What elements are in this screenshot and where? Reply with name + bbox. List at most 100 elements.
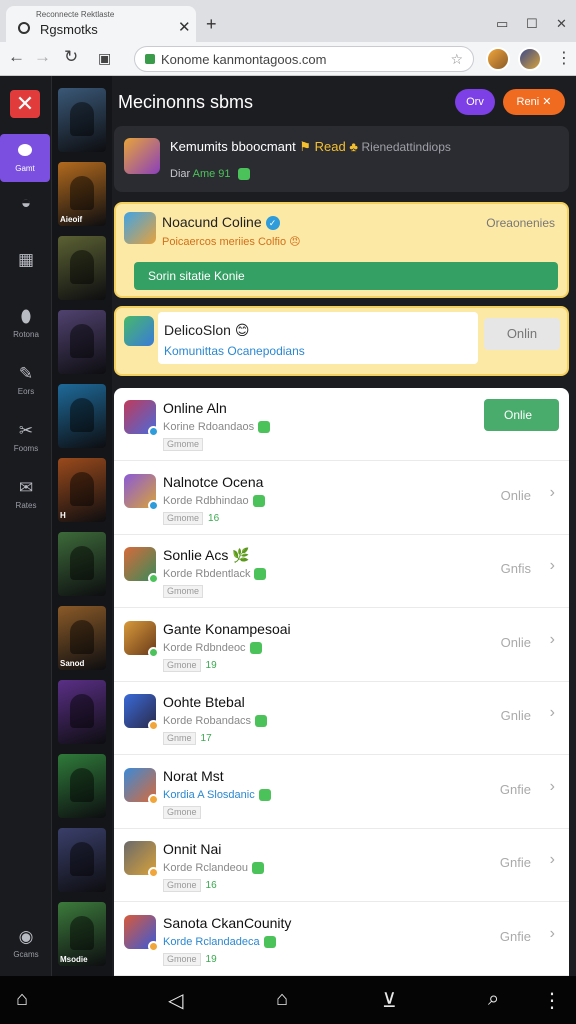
character-figure <box>70 916 94 950</box>
status-text: Onlie <box>500 634 531 650</box>
featured-thumbnail <box>124 138 160 174</box>
tab-subtitle: Reconnecte Rektlaste <box>36 10 115 19</box>
chat-icon: ✉ <box>18 478 34 497</box>
game-subtitle-row: Korine Rdoandaos <box>163 421 271 434</box>
rail-item-label: Rates <box>15 501 37 510</box>
list-item[interactable]: Sonlie Acs 🌿 Korde Rbdentlack Gmome Gnfis › <box>114 535 569 608</box>
player-count: 19 <box>205 953 217 965</box>
list-item[interactable]: Oohte Btebal Korde Robandacs Gnme 17 Gnlie › <box>114 682 569 755</box>
rail-item-3[interactable]: ✎ Eors <box>0 363 52 411</box>
online-button[interactable]: Onlie <box>484 399 559 431</box>
browser-tabbar: Reconnecte Rektlaste Rgsmotks ✕ + ▭ ☐ ✕ <box>0 0 576 42</box>
chevron-right-icon[interactable]: › <box>550 925 555 943</box>
list-item[interactable]: Online Aln Korine Rdoandaos Gmome Onlie <box>114 388 569 461</box>
featured-tag: ⚑ Read ♣ <box>299 139 358 154</box>
tab-close-icon[interactable]: ✕ <box>178 18 191 36</box>
game-thumbnail[interactable] <box>58 310 106 374</box>
game-thumbnail[interactable]: Aieoif <box>58 162 106 226</box>
rail-item-label: Rotona <box>13 330 39 339</box>
menu-icon[interactable]: ⋮ <box>542 988 562 1013</box>
game-icon <box>124 841 159 878</box>
page-info-icon[interactable]: ▣ <box>98 50 111 67</box>
bottom-navigation: ⌂ ◁ ⌂ ⊻ ⌕ ⋮ <box>0 976 576 1024</box>
rail-item-4[interactable]: ✂ Fooms <box>0 420 52 468</box>
highlight-subtitle: Poicaercos meriies Colfio 😠 <box>162 236 301 248</box>
profile-avatar-icon[interactable] <box>486 47 510 71</box>
download-icon[interactable]: ⊻ <box>382 988 397 1013</box>
game-thumbnail[interactable]: Msodie <box>58 902 106 966</box>
list-item[interactable]: Onnit Nai Korde Rclandeou Gmone 16 Gnfie › <box>114 829 569 902</box>
game-thumbnail[interactable] <box>58 754 106 818</box>
highlight-action-bar[interactable]: Sorin sitatie Konie <box>134 262 558 290</box>
highlight-title: Noacund Coline ✓ <box>162 214 280 231</box>
list-item[interactable]: Sanota CkanCounity Korde Rclandadeca Gmone… <box>114 903 569 976</box>
game-thumbnail[interactable] <box>58 680 106 744</box>
rail-item-1[interactable]: ▦ <box>0 249 52 297</box>
chevron-right-icon[interactable]: › <box>550 557 555 575</box>
list-item[interactable]: Nalnotce Ocena Korde Rdbhindao Gmome 16 Onli… <box>114 462 569 535</box>
game-subtitle: Korde Rclandeou <box>163 862 249 874</box>
game-meta-row: Gmome <box>163 585 204 598</box>
rail-item-5[interactable]: ✉ Rates <box>0 477 52 525</box>
list-item[interactable]: Gante Konampesoai Korde Rdbndeoc Gmone 19 On… <box>114 609 569 682</box>
close-icon[interactable]: ✕ <box>556 16 567 32</box>
highlight-right-label: Oreaonenies <box>486 216 555 230</box>
chevron-right-icon[interactable]: › <box>550 631 555 649</box>
back-arrow-icon[interactable]: ← <box>8 47 25 67</box>
app-logo-icon[interactable]: ✕ <box>10 90 40 118</box>
chevron-right-icon[interactable]: › <box>550 704 555 722</box>
rail-item-active[interactable]: Gamt <box>0 134 50 182</box>
chevron-right-icon[interactable]: › <box>550 778 555 796</box>
game-icon <box>124 547 159 584</box>
browser-tab[interactable]: Reconnecte Rektlaste Rgsmotks ✕ <box>6 6 196 42</box>
home-icon[interactable]: ⌂ <box>16 988 28 1011</box>
game-subtitle-row: Korde Robandacs <box>163 715 268 728</box>
game-title: Norat Mst <box>163 767 224 784</box>
chevron-right-icon[interactable]: › <box>550 851 555 869</box>
new-tab-icon[interactable]: + <box>206 14 217 35</box>
game-chip: Gmone <box>163 879 201 892</box>
side-rail: ✕ Gamt ◒ ▦ ⬮ Rotona ✎ Eors ✂ Fooms ✉ Rates ◉ Gcam… <box>0 76 52 976</box>
chevron-right-icon[interactable]: › <box>550 484 555 502</box>
promo-subtitle[interactable]: Komunittas Ocanepodians <box>164 344 305 358</box>
rail-item-settings[interactable]: ◉ Gcams <box>0 926 52 974</box>
game-meta-row: Gmone <box>163 805 201 819</box>
game-subtitle: Korde Rbdentlack <box>163 568 251 580</box>
reload-icon[interactable]: ↻ <box>64 47 78 67</box>
search-icon[interactable]: ⌕ <box>488 988 499 1011</box>
status-text: Onlie <box>500 487 531 503</box>
game-thumbnail[interactable] <box>58 88 106 152</box>
game-thumbnail[interactable]: Sanod <box>58 606 106 670</box>
rail-item-0[interactable]: ◒ <box>0 192 52 240</box>
game-subtitle: Korde Rclandadeca <box>163 935 260 948</box>
primary-button[interactable]: Orv <box>455 89 495 115</box>
pencil-icon: ✎ <box>18 364 34 383</box>
green-badge-icon <box>252 862 265 875</box>
thumbnail-caption: Msodie <box>60 955 88 964</box>
secondary-button[interactable]: Reni ✕ <box>503 89 565 115</box>
account-avatar-icon[interactable] <box>518 47 542 71</box>
promo-button[interactable]: Onlin <box>484 318 560 350</box>
player-count: 16 <box>208 512 220 524</box>
address-bar[interactable]: Konome kanmontagoos.com ☆ <box>134 46 474 72</box>
rail-item-2[interactable]: ⬮ Rotona <box>0 306 52 354</box>
maximize-icon[interactable]: ☐ <box>526 16 538 32</box>
game-icon <box>124 400 159 437</box>
browser-menu-icon[interactable]: ⋮ <box>556 48 572 68</box>
rail-bottom-label: Gcams <box>13 950 39 959</box>
restore-icon[interactable]: ▭ <box>496 16 508 32</box>
house-outline-icon[interactable]: ⌂ <box>276 988 288 1011</box>
list-item[interactable]: Norat Mst Kordia A Slosdanic Gmone Gnfie › <box>114 756 569 829</box>
bookmark-icon[interactable]: ☆ <box>450 51 463 68</box>
highlight-card[interactable]: Noacund Coline ✓ Poicaercos meriies Colf… <box>114 202 569 298</box>
game-thumbnail[interactable]: H <box>58 458 106 522</box>
featured-card[interactable]: Kemumits bboocmant ⚑ Read ♣ Rienedattind… <box>114 126 569 192</box>
game-thumbnail[interactable] <box>58 828 106 892</box>
game-thumbnail[interactable] <box>58 384 106 448</box>
game-thumbnail[interactable] <box>58 236 106 300</box>
back-icon[interactable]: ◁ <box>168 988 183 1013</box>
game-chip: Gmome <box>163 585 204 598</box>
game-thumbnail[interactable] <box>58 532 106 596</box>
game-meta-row: Gmone 19 <box>163 952 217 966</box>
forward-arrow-icon[interactable]: → <box>34 47 51 67</box>
